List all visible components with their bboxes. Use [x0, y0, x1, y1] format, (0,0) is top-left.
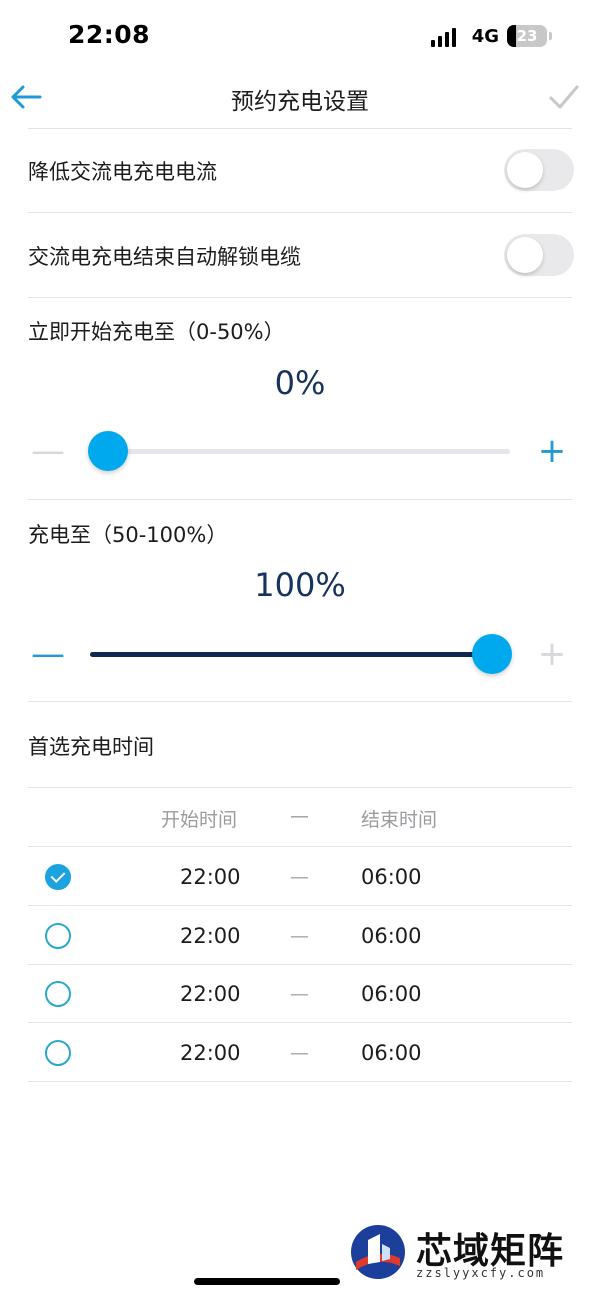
divider [28, 787, 572, 788]
increase-button[interactable]: + [532, 426, 572, 476]
increase-button[interactable]: + [532, 629, 572, 679]
start-time: 22:00 [180, 865, 241, 889]
end-time-header: 结束时间 [361, 809, 438, 831]
time-separator: — [290, 1042, 309, 1064]
radio-unchecked-icon[interactable] [45, 981, 71, 1007]
watermark-url: zzslyyxcfy.com [416, 1266, 546, 1280]
end-time: 06:00 [361, 924, 422, 948]
check-icon[interactable] [548, 82, 580, 112]
watermark: 芯域矩阵 zzslyyxcfy.com [350, 1220, 590, 1288]
start-time-header: 开始时间 [161, 809, 238, 831]
battery-icon: 23 [507, 25, 547, 47]
end-time: 06:00 [361, 1041, 422, 1065]
slider-track[interactable] [90, 449, 510, 454]
slider-track[interactable] [90, 652, 510, 657]
divider [28, 964, 572, 965]
immediate-charge-slider: — + [0, 426, 600, 476]
divider [28, 128, 572, 129]
slider-fill [90, 652, 510, 657]
slider-thumb[interactable] [88, 431, 128, 471]
charge-to-label: 充电至（50-100%） [28, 523, 228, 547]
battery-level: 23 [516, 27, 538, 45]
network-type: 4G [471, 25, 499, 47]
battery-tip [549, 32, 552, 40]
divider [28, 701, 572, 702]
divider [28, 1022, 572, 1023]
toggle-knob [507, 152, 543, 188]
auto-unlock-cable-toggle[interactable] [504, 234, 574, 276]
charge-to-value: 100% [254, 566, 346, 604]
radio-checked-icon[interactable] [45, 864, 71, 890]
start-time: 22:00 [180, 982, 241, 1006]
immediate-charge-value: 0% [274, 364, 326, 402]
divider [28, 212, 572, 213]
decrease-button[interactable]: — [28, 426, 68, 476]
immediate-charge-label: 立即开始充电至（0-50%） [28, 320, 285, 344]
charge-to-slider: — + [0, 629, 600, 679]
page-title: 预约充电设置 [231, 89, 369, 115]
divider [28, 499, 572, 500]
decrease-button[interactable]: — [28, 629, 68, 679]
end-time: 06:00 [361, 982, 422, 1006]
time-separator: — [290, 925, 309, 947]
status-indicators: 4G 23 [430, 22, 552, 50]
watermark-logo-icon [351, 1225, 405, 1279]
auto-unlock-cable-label: 交流电充电结束自动解锁电缆 [28, 245, 301, 269]
time-separator: — [290, 866, 309, 888]
status-time: 22:08 [68, 20, 151, 49]
radio-unchecked-icon[interactable] [45, 923, 71, 949]
divider [28, 297, 572, 298]
divider [28, 905, 572, 906]
start-time: 22:00 [180, 1041, 241, 1065]
signal-icon [430, 25, 462, 47]
reduce-ac-current-toggle[interactable] [504, 149, 574, 191]
slider-thumb[interactable] [472, 634, 512, 674]
home-indicator [194, 1278, 340, 1285]
end-time: 06:00 [361, 865, 422, 889]
time-separator: — [290, 983, 309, 1005]
start-time: 22:00 [180, 924, 241, 948]
preferred-time-label: 首选充电时间 [28, 735, 154, 759]
radio-unchecked-icon[interactable] [45, 1040, 71, 1066]
divider [28, 1081, 572, 1082]
nav-bar: 预约充电设置 [0, 70, 600, 128]
toggle-knob [507, 237, 543, 273]
header-separator: — [290, 805, 309, 827]
divider [28, 846, 572, 847]
reduce-ac-current-label: 降低交流电充电电流 [28, 160, 217, 184]
